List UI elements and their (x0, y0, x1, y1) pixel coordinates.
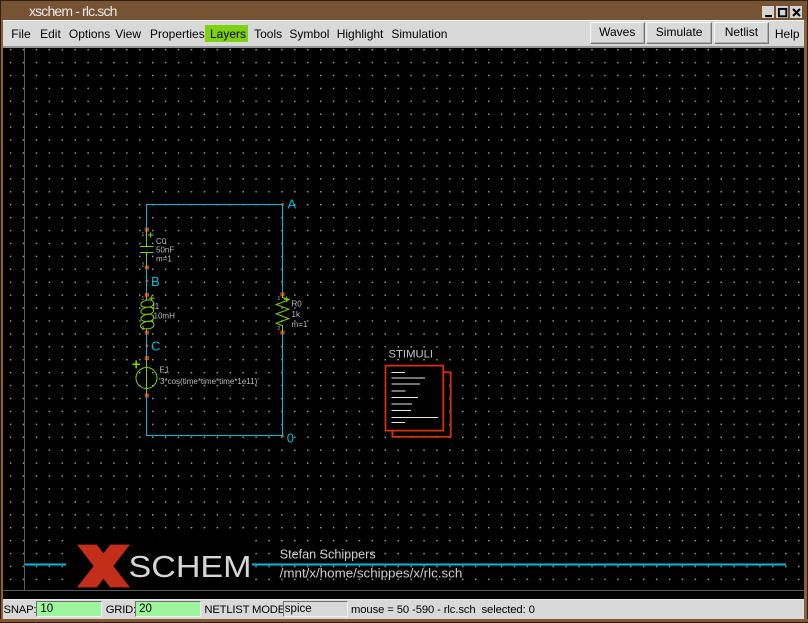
svg-text:'3*cos(time*time*time*1e11)': '3*cos(time*time*time*1e11)' (159, 377, 260, 386)
svg-text:m=1: m=1 (156, 255, 172, 264)
svg-text:2: 2 (278, 326, 281, 332)
svg-text:1: 1 (142, 296, 145, 302)
svg-text:50nF: 50nF (156, 246, 174, 255)
svg-text:C0: C0 (156, 237, 167, 246)
svg-text:m=1: m=1 (292, 320, 308, 329)
svg-text:SCHEM: SCHEM (129, 549, 252, 584)
svg-text:STIMULI: STIMULI (389, 349, 434, 361)
svg-text:1: 1 (278, 296, 281, 302)
svg-text:R0: R0 (292, 300, 303, 309)
svg-text:A: A (288, 197, 297, 212)
svg-text:0: 0 (287, 430, 294, 445)
svg-text:/mnt/x/home/schippes/x/rlc.sch: /mnt/x/home/schippes/x/rlc.sch (280, 566, 463, 580)
svg-text:C: C (151, 339, 160, 354)
svg-text:2: 2 (142, 263, 145, 269)
svg-text:2: 2 (142, 326, 145, 332)
svg-text:1k: 1k (292, 310, 301, 319)
svg-text:1: 1 (142, 232, 145, 238)
svg-text:Stefan Schippers: Stefan Schippers (280, 548, 376, 562)
svg-text:B: B (151, 274, 160, 289)
svg-text:l1: l1 (153, 302, 160, 311)
svg-text:10mH: 10mH (154, 312, 176, 321)
svg-text:E1: E1 (160, 366, 170, 375)
